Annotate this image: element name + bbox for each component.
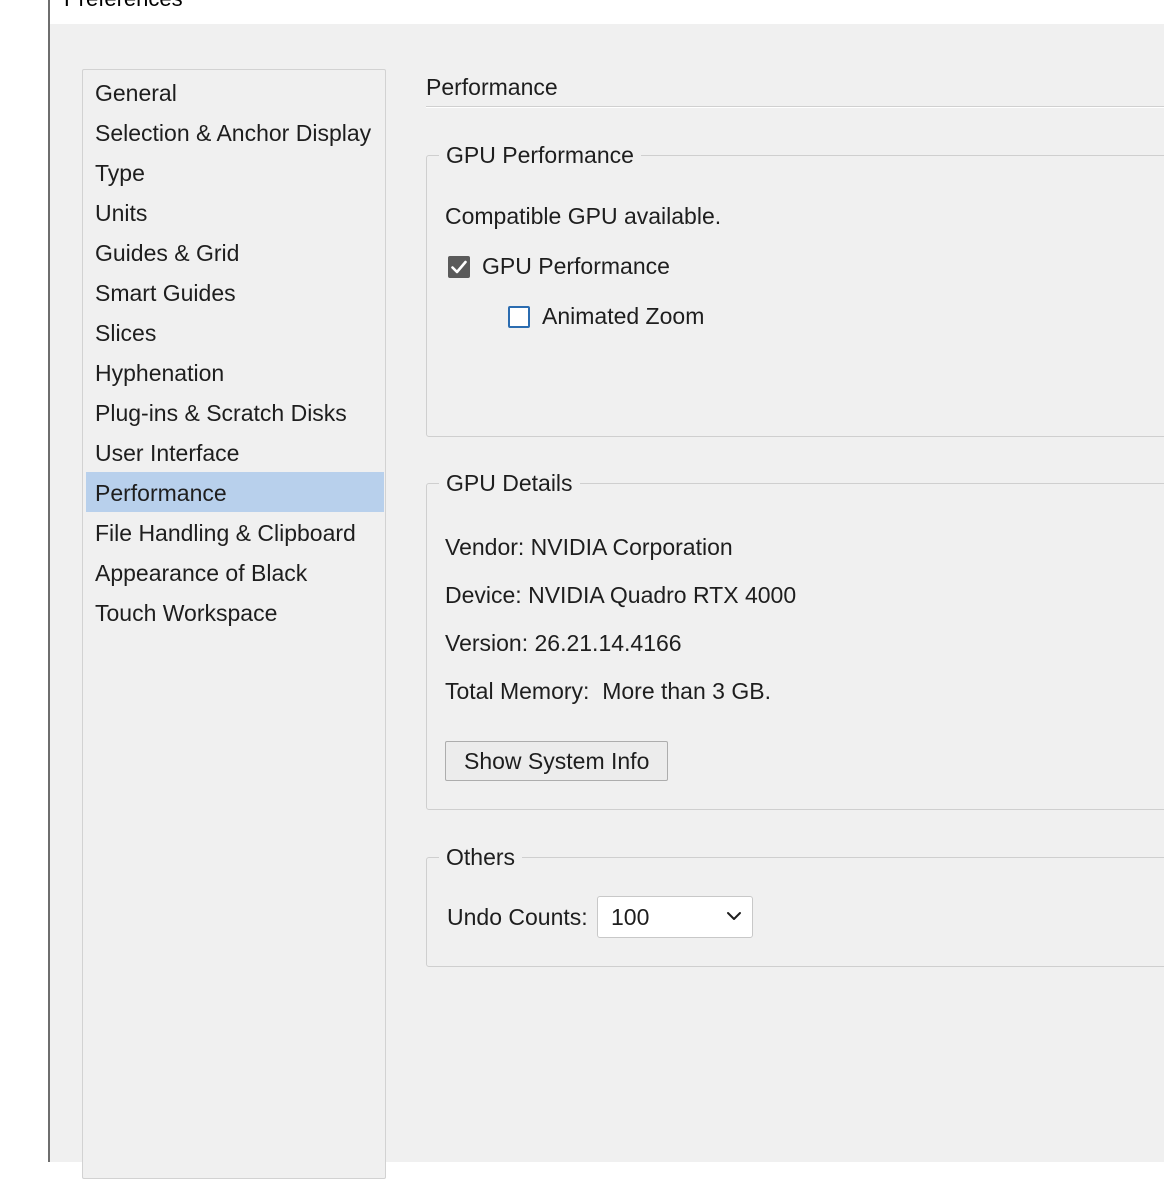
sidebar: General Selection & Anchor Display Type … <box>82 69 386 1179</box>
undo-counts-value: 100 <box>611 904 650 930</box>
show-system-info-button[interactable]: Show System Info <box>445 741 669 781</box>
sidebar-item-user-interface[interactable]: User Interface <box>86 432 384 472</box>
others-legend: Others <box>439 842 523 872</box>
undo-counts-select[interactable]: 100 <box>597 896 753 938</box>
preferences-dialog: Preferences General Selection & Anchor D… <box>48 0 1164 1179</box>
sidebar-item-smart-guides[interactable]: Smart Guides <box>86 272 384 312</box>
sidebar-item-touch-workspace[interactable]: Touch Workspace <box>86 592 384 632</box>
sidebar-item-appearance-of-black[interactable]: Appearance of Black <box>86 552 384 592</box>
title-bar: Preferences <box>50 0 1164 24</box>
gpu-details-legend: GPU Details <box>439 468 580 498</box>
gpu-performance-legend: GPU Performance <box>439 140 641 170</box>
sidebar-item-hyphenation[interactable]: Hyphenation <box>86 352 384 392</box>
sidebar-item-type[interactable]: Type <box>86 152 384 192</box>
sidebar-item-performance[interactable]: Performance <box>86 472 384 512</box>
sidebar-item-general[interactable]: General <box>86 72 384 112</box>
animated-zoom-label: Animated Zoom <box>542 303 705 329</box>
gpu-performance-label: GPU Performance <box>482 253 670 279</box>
sidebar-item-selection-anchor-display[interactable]: Selection & Anchor Display <box>86 112 384 152</box>
animated-zoom-checkbox[interactable] <box>508 305 530 328</box>
sidebar-list: General Selection & Anchor Display Type … <box>86 72 384 632</box>
sidebar-item-file-handling-clipboard[interactable]: File Handling & Clipboard <box>86 512 384 552</box>
animated-zoom-checkbox-row[interactable]: Animated Zoom <box>508 303 704 330</box>
undo-counts-label: Undo Counts: <box>447 904 588 930</box>
gpu-status-text: Compatible GPU available. <box>445 203 722 229</box>
gpu-performance-group: GPU Performance Compatible GPU available… <box>426 140 1164 437</box>
gpu-vendor-text: Vendor: NVIDIA Corporation <box>445 534 733 560</box>
gpu-version-text: Version: 26.21.14.4166 <box>445 630 682 656</box>
dialog-title: Preferences <box>64 0 183 12</box>
checkmark-icon <box>451 260 467 273</box>
sidebar-item-guides-grid[interactable]: Guides & Grid <box>86 232 384 272</box>
gpu-details-group: GPU Details Vendor: NVIDIA Corporation D… <box>426 468 1164 810</box>
sidebar-item-slices[interactable]: Slices <box>86 312 384 352</box>
page-title: Performance <box>426 74 558 100</box>
sidebar-item-units[interactable]: Units <box>86 192 384 232</box>
others-group: Others Undo Counts: 100 <box>426 842 1164 967</box>
chevron-down-icon <box>727 912 741 920</box>
gpu-device-text: Device: NVIDIA Quadro RTX 4000 <box>445 582 797 608</box>
title-divider <box>426 106 1164 108</box>
gpu-performance-checkbox-row[interactable]: GPU Performance <box>448 253 670 280</box>
gpu-memory-text: Total Memory: More than 3 GB. <box>445 678 771 704</box>
sidebar-item-plugins-scratch-disks[interactable]: Plug-ins & Scratch Disks <box>86 392 384 432</box>
gpu-performance-checkbox[interactable] <box>448 255 470 278</box>
